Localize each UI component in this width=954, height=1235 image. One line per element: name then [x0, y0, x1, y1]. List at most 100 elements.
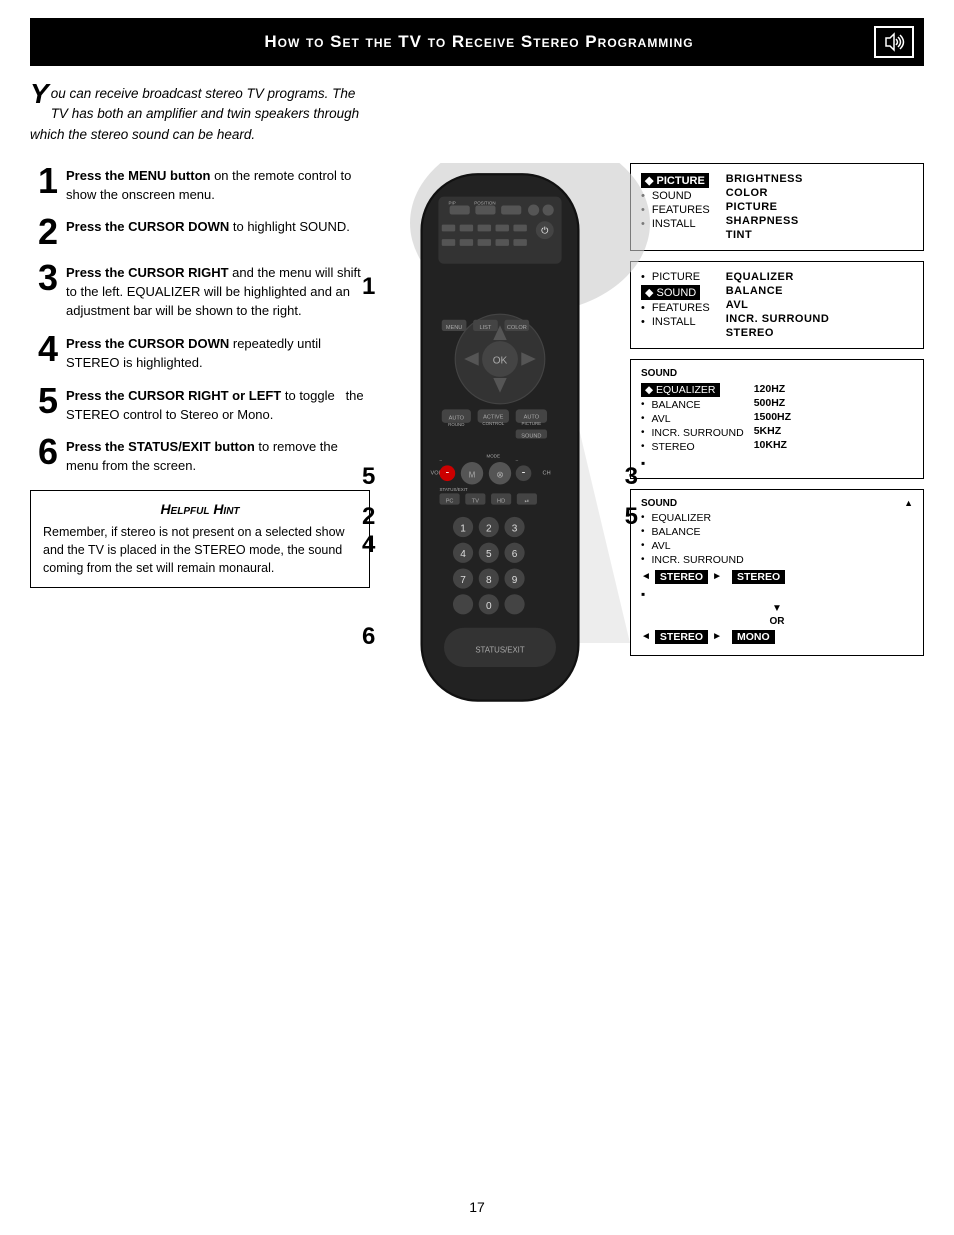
svg-text:LIST: LIST [480, 325, 492, 331]
sound-icon [874, 26, 914, 58]
svg-text:PICTURE: PICTURE [522, 421, 542, 426]
svg-text:⊗: ⊗ [496, 469, 504, 479]
menu-panel-4: SOUND ▲ •EQUALIZER •BALANCE •AVL •INCR. … [630, 489, 924, 656]
svg-text:ROUND: ROUND [448, 422, 465, 427]
center-column: 1 5 2 4 3 5 6 [380, 163, 620, 723]
step-6: 6 Press the STATUS/EXIT button to remove… [30, 434, 370, 476]
menu-item-balance-4: •BALANCE [641, 525, 913, 539]
svg-text:HD: HD [497, 498, 505, 504]
intro-body: ou can receive broadcast stereo TV progr… [30, 86, 359, 142]
step-label-3: 3 [625, 463, 638, 491]
step-2: 2 Press the CURSOR DOWN to highlight SOU… [30, 214, 370, 250]
step-text-3: Press the CURSOR RIGHT and the menu will… [66, 260, 370, 321]
svg-text:⏻: ⏻ [541, 225, 548, 235]
menu-panel-3: SOUND ◆ EQUALIZER •BALANCE •AVL • [630, 359, 924, 479]
menu-panel-1: ◆ PICTURE •SOUND •FEATURES •INSTALL [630, 163, 924, 251]
menu-item-equalizer-4: •EQUALIZER [641, 511, 913, 525]
step-1: 1 Press the MENU button on the remote co… [30, 163, 370, 205]
step-text-4: Press the CURSOR DOWN repeatedly until S… [66, 331, 370, 373]
big-letter: Y [30, 80, 49, 108]
svg-text:MODE: MODE [487, 453, 500, 458]
menu-value-sharpness: SHARPNESS [726, 214, 803, 228]
step-label-2: 2 [362, 503, 375, 531]
menu-value-avl-2: AVL [726, 298, 830, 312]
svg-text:4: 4 [460, 549, 466, 560]
step-label-4: 4 [362, 531, 375, 559]
step-text-5: Press the CURSOR RIGHT or LEFT to toggle… [66, 383, 370, 425]
svg-text:6: 6 [512, 549, 518, 560]
right-column: ◆ PICTURE •SOUND •FEATURES •INSTALL [630, 163, 924, 656]
menu-item-incr-4: •INCR. SURROUND [641, 553, 913, 567]
svg-text:TV: TV [472, 498, 479, 504]
menu-right-2: EQUALIZER BALANCE AVL INCR. SURROUND STE… [726, 270, 830, 340]
or-label: OR [641, 616, 913, 627]
svg-text:⏯: ⏯ [525, 498, 529, 504]
mono-toggle-row: ◄ STEREO ► MONO [641, 630, 913, 644]
hint-title: Helpful Hint [43, 501, 357, 517]
menu-value-picture: PICTURE [726, 200, 803, 214]
svg-text:AUTO: AUTO [524, 414, 540, 420]
svg-text:1: 1 [460, 523, 466, 534]
svg-text:-: - [445, 466, 449, 478]
step-number-6: 6 [30, 434, 58, 470]
svg-text:CONTROL: CONTROL [482, 421, 504, 426]
menu-value-tint: TINT [726, 228, 803, 242]
svg-text:-: - [522, 466, 526, 478]
svg-text:7: 7 [460, 575, 466, 586]
menu-item-avl-4: •AVL [641, 539, 913, 553]
step-label-5: 5 [362, 463, 375, 491]
main-content: 1 Press the MENU button on the remote co… [30, 163, 924, 723]
svg-text:MENU: MENU [446, 325, 462, 331]
step-text-1: Press the MENU button on the remote cont… [66, 163, 370, 205]
menu-value-incr-surround-2: INCR. SURROUND [726, 312, 830, 326]
header-bar: How to Set the TV to Receive Stereo Prog… [30, 18, 924, 66]
svg-text:0: 0 [486, 601, 492, 612]
page-number: 17 [469, 1199, 485, 1215]
menu-right-3: 120HZ 500HZ 1500HZ 5KHZ 10KHZ [754, 382, 791, 470]
step-label-6: 6 [362, 623, 375, 651]
hint-text: Remember, if stereo is not present on a … [43, 523, 357, 577]
svg-text:M: M [469, 470, 476, 479]
step-3: 3 Press the CURSOR RIGHT and the menu wi… [30, 260, 370, 321]
menu-value-color: COLOR [726, 186, 803, 200]
step-text-2: Press the CURSOR DOWN to highlight SOUND… [66, 214, 350, 237]
svg-text:9: 9 [512, 575, 518, 586]
step-5: 5 Press the CURSOR RIGHT or LEFT to togg… [30, 383, 370, 425]
step-number-4: 4 [30, 331, 58, 367]
stereo-toggle-row: ◄ STEREO ► STEREO [641, 570, 913, 584]
menu-value-brightness: BRIGHTNESS [726, 172, 803, 186]
svg-text:OK: OK [493, 355, 508, 366]
svg-text:STATUS/EXIT: STATUS/EXIT [475, 645, 525, 654]
svg-text:3: 3 [512, 523, 518, 534]
menu-right-1: BRIGHTNESS COLOR PICTURE SHARPNESS TINT [726, 172, 803, 242]
remote-container: 1 5 2 4 3 5 6 [390, 163, 610, 723]
step-label-1: 1 [362, 273, 375, 301]
header-title: How to Set the TV to Receive Stereo Prog… [84, 32, 874, 52]
step-number-1: 1 [30, 163, 58, 199]
menu-panel-2: •PICTURE ◆ SOUND •FEATURES •INSTALL [630, 261, 924, 349]
svg-text:PC: PC [446, 498, 454, 504]
or-divider: ▼ [641, 603, 913, 614]
step-number-2: 2 [30, 214, 58, 250]
step-text-6: Press the STATUS/EXIT button to remove t… [66, 434, 370, 476]
step-label-5b: 5 [625, 503, 638, 531]
menu-value-equalizer-2: EQUALIZER [726, 270, 830, 284]
intro-text: Y ou can receive broadcast stereo TV pro… [30, 84, 370, 145]
svg-text:SOUND: SOUND [521, 433, 541, 439]
steps-column: 1 Press the MENU button on the remote co… [30, 163, 370, 589]
svg-text:CH: CH [543, 470, 551, 476]
svg-text:PIP: PIP [448, 200, 455, 205]
hint-box: Helpful Hint Remember, if stereo is not … [30, 490, 370, 588]
step-4: 4 Press the CURSOR DOWN repeatedly until… [30, 331, 370, 373]
svg-text:POSITION: POSITION [474, 200, 495, 205]
svg-text:COLOR: COLOR [507, 325, 527, 331]
remote-svg: ⏻ PIP POSITION [390, 163, 610, 723]
svg-text:ACTIVE: ACTIVE [483, 414, 503, 420]
svg-text:STATUS/EXIT: STATUS/EXIT [440, 487, 468, 492]
menu-value-balance-2: BALANCE [726, 284, 830, 298]
svg-text:AUTO: AUTO [449, 415, 465, 421]
svg-text:8: 8 [486, 575, 492, 586]
menu-value-stereo-2: STEREO [726, 326, 830, 340]
svg-text:2: 2 [486, 523, 492, 534]
svg-text:5: 5 [486, 549, 492, 560]
